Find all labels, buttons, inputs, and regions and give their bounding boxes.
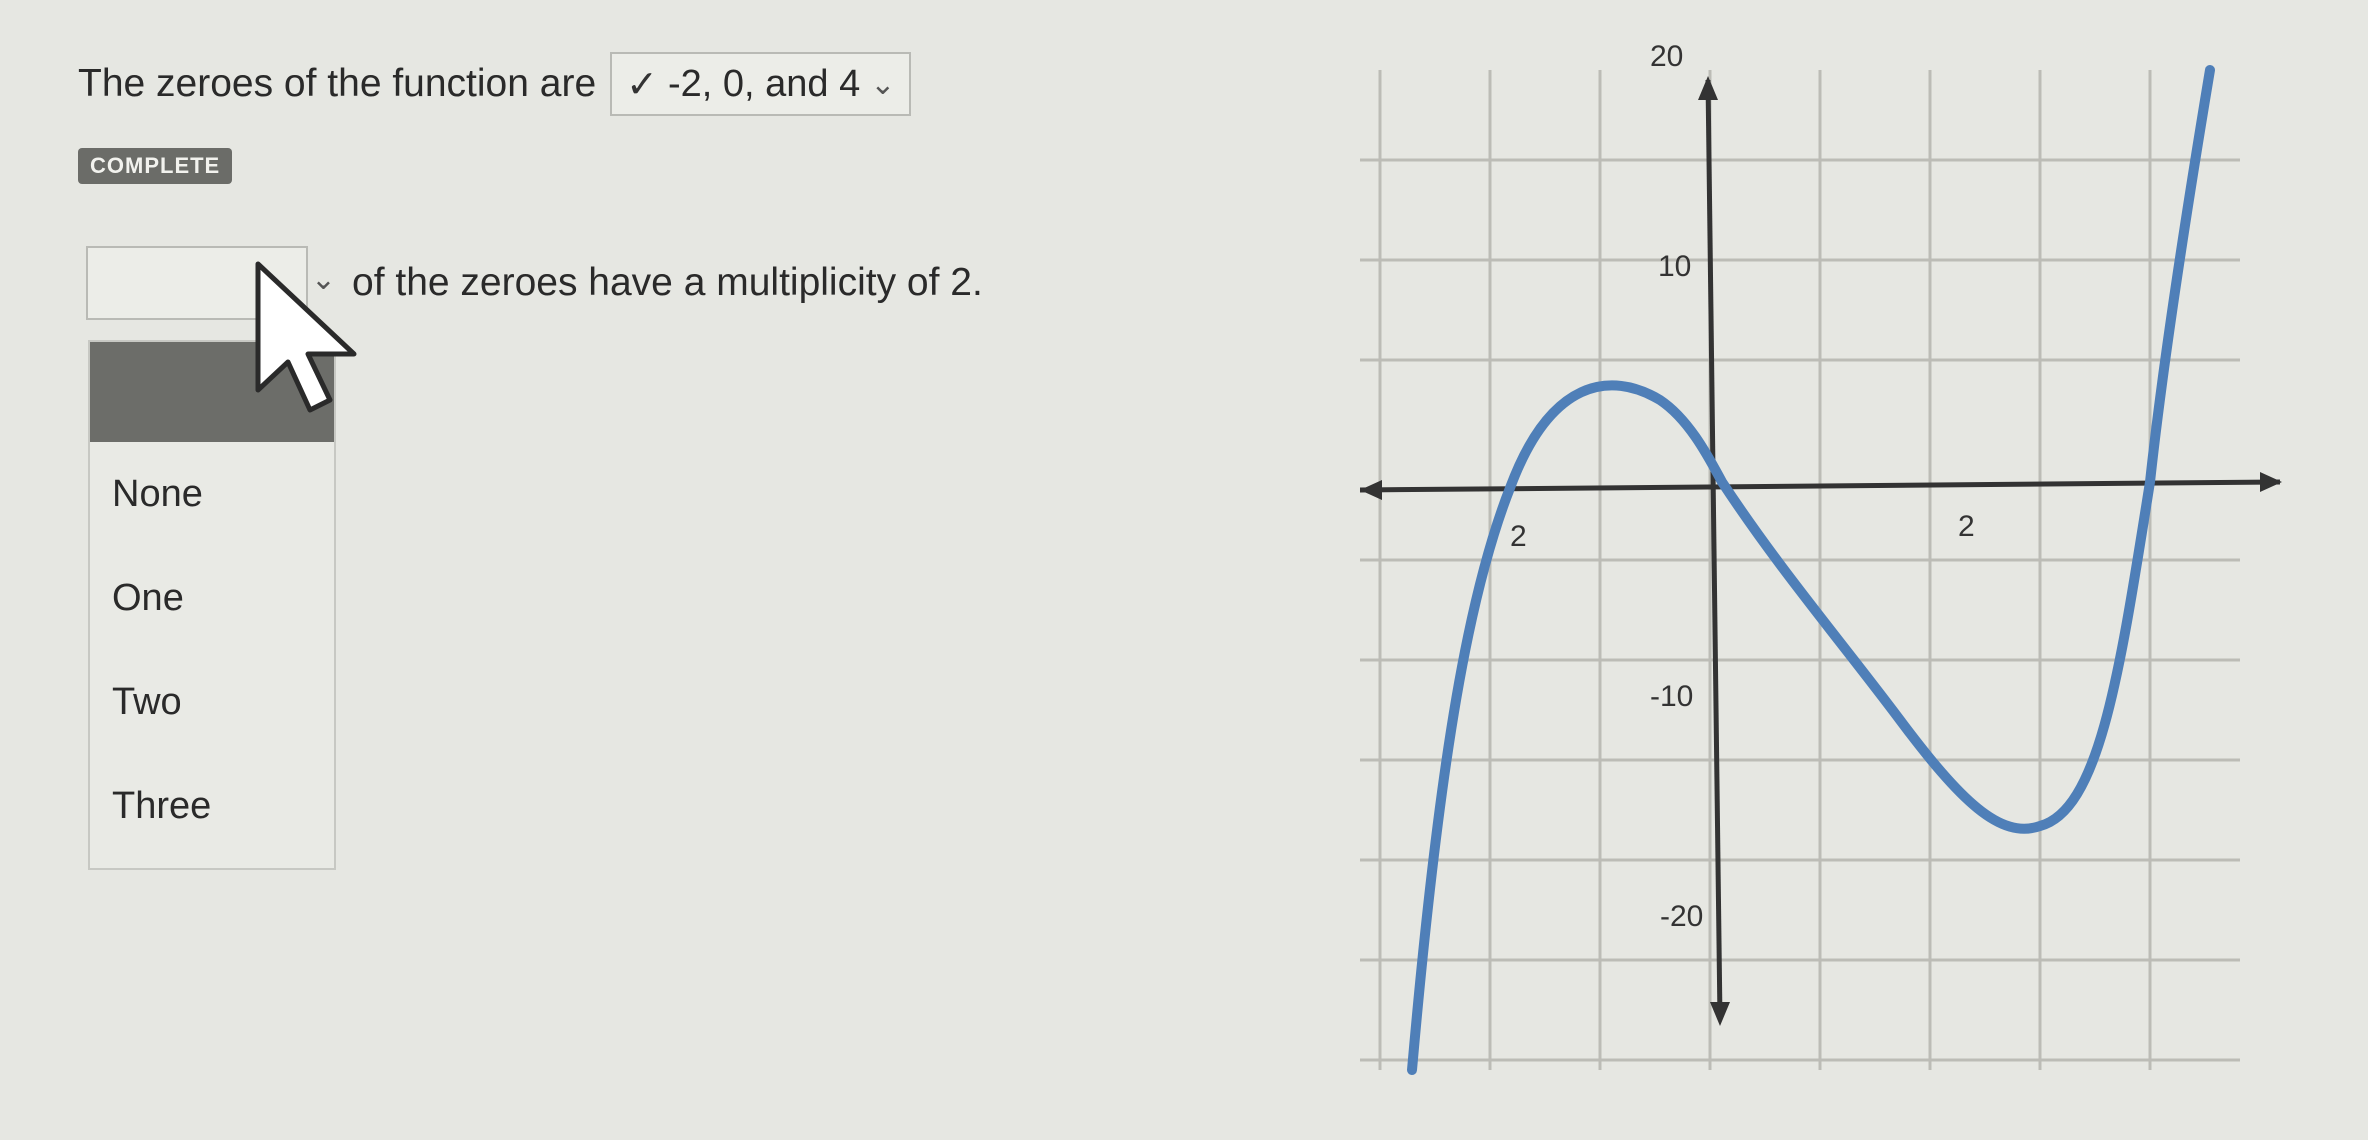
x-tick-label-2: 2: [1958, 510, 1975, 543]
question-2: ⌄ of the zeroes have a multiplicity of 2…: [86, 246, 983, 320]
question-1-text: The zeroes of the function are: [78, 62, 597, 105]
zeroes-answer-value: -2, 0, and 4: [667, 62, 861, 105]
x-axis-arrow-left: [1360, 480, 1382, 500]
dropdown-option-one[interactable]: One: [90, 546, 334, 650]
y-axis-arrow-up: [1698, 76, 1718, 100]
function-curve: [1407, 65, 2215, 1075]
x-axis-arrow-right: [2260, 472, 2282, 492]
chevron-down-icon: ⌄: [870, 67, 896, 101]
y-tick-label-neg20: -20: [1660, 900, 1703, 933]
y-tick-label-20: 20: [1650, 40, 1683, 73]
x-tick-label-neg2: 2: [1510, 520, 1527, 553]
y-tick-label-10: 10: [1658, 250, 1691, 283]
dropdown-option-three[interactable]: Three: [90, 754, 334, 858]
y-axis-arrow-down: [1710, 1002, 1730, 1026]
graph-grid: [1360, 70, 2240, 1070]
question-1: The zeroes of the function are ✓ -2, 0, …: [78, 52, 912, 116]
dropdown-option-none[interactable]: None: [90, 442, 334, 546]
mouse-cursor-icon: [255, 261, 357, 413]
zeroes-answer-select[interactable]: ✓ -2, 0, and 4 ⌄: [610, 52, 912, 116]
polynomial-graph: 20 10 -10 -20 2 2: [1360, 40, 2282, 1075]
y-tick-label-neg10: -10: [1650, 680, 1693, 713]
question-2-text: of the zeroes have a multiplicity of 2.: [352, 261, 983, 304]
check-icon: ✓: [626, 63, 658, 106]
dropdown-option-two[interactable]: Two: [90, 650, 334, 754]
status-badge: COMPLETE: [78, 148, 233, 184]
